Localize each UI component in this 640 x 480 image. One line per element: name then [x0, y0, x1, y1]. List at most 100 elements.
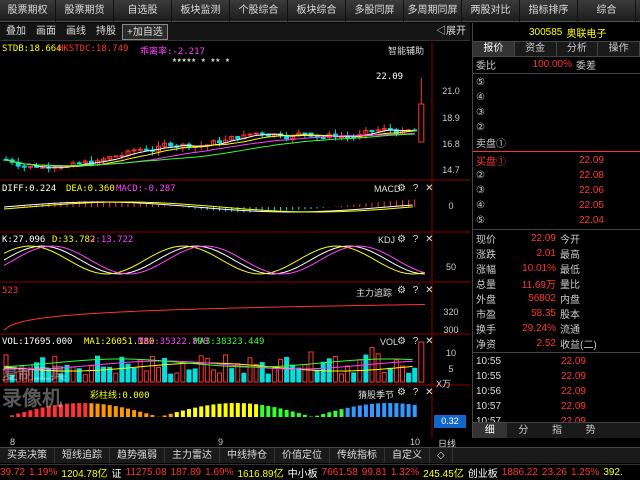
panel-footer-tab[interactable]: 分 — [507, 423, 541, 438]
stat-value: 29.24% — [522, 323, 556, 334]
top-menu-item[interactable]: 多股同屏 — [346, 0, 404, 22]
sell-level-row[interactable]: ④ — [473, 90, 640, 105]
top-menu-item[interactable]: 股票期货 — [56, 0, 114, 22]
sell-level-label: ② — [476, 122, 485, 133]
candle-body — [40, 166, 46, 169]
ticker-item: 1204.78亿 — [61, 469, 108, 480]
bottom-tab[interactable]: 买卖决策 — [0, 448, 55, 463]
vol-bar — [119, 356, 125, 383]
caizhu-bar — [162, 415, 167, 417]
vol-bar — [223, 354, 229, 383]
panel-footer-tab[interactable] — [607, 423, 640, 438]
toolbar-overlay[interactable]: 叠加 — [2, 24, 30, 40]
bottom-tab[interactable]: 自定义 — [385, 448, 430, 463]
signal-stars: ★★★★★ ★ ★★ ★ — [172, 55, 230, 64]
top-menu-item[interactable]: 板块综合 — [288, 0, 346, 22]
caizhu-bar — [107, 405, 112, 417]
caizhu-bar — [95, 403, 100, 417]
panel-footer-tab[interactable]: 指 — [540, 423, 574, 438]
bottom-tab[interactable]: 中线持仓 — [220, 448, 275, 463]
legend-hkstdc: HKSTDC:18.749 — [58, 44, 129, 54]
caizhu-bar — [235, 403, 240, 417]
vol-controls[interactable]: ⚙ ? ✕ — [397, 336, 435, 347]
candle-body — [168, 142, 174, 147]
top-menu-item[interactable]: 自选股 — [114, 0, 172, 22]
toolbar-screen[interactable]: 画面 — [32, 24, 60, 40]
sell-level-row[interactable]: 卖盘① — [473, 135, 640, 150]
sell-level-row[interactable]: ② — [473, 120, 640, 135]
add-favorite-button[interactable]: +加自选 — [122, 23, 168, 40]
stat-value: 2.01 — [536, 248, 556, 259]
candle-body — [418, 103, 425, 143]
divider — [473, 151, 640, 152]
candle-body — [76, 162, 82, 165]
caizhu-bar — [339, 409, 344, 417]
divider — [473, 229, 640, 230]
top-menu-item[interactable]: 个股综合 — [230, 0, 288, 22]
buy-level-row[interactable]: ⑤ 22.04 — [473, 213, 640, 228]
chart-area[interactable]: STDB:18.664 HKSTDC:18.749 乖离率:-2.217 智能辅… — [0, 42, 470, 438]
candle-body — [143, 148, 149, 151]
watermark-line1: 复制工具 — [2, 366, 67, 383]
buy-level-row[interactable]: ② 22.08 — [473, 168, 640, 183]
buy-level-row[interactable]: 买盘① 22.09 — [473, 153, 640, 168]
zl-left-value: 523 — [2, 286, 19, 296]
macd-dea-line — [3, 201, 413, 213]
top-menu-item[interactable]: 综合 — [578, 0, 636, 22]
stat-value: 10.01% — [522, 263, 556, 274]
sell-book: ⑤ ④ ③ ② 卖盘① — [473, 75, 640, 150]
tab-quote[interactable]: 报价 — [473, 42, 515, 56]
stat-label: 涨幅 — [476, 265, 496, 276]
trade-row: 10:55 22.09 — [473, 354, 640, 369]
trade-price: 22.09 — [560, 371, 586, 382]
panel-footer-tab[interactable]: 细 — [473, 423, 507, 438]
top-menu-item[interactable]: 指标排序 — [520, 0, 578, 22]
buy-level-row[interactable]: ④ 22.05 — [473, 198, 640, 213]
candle-body — [259, 132, 265, 135]
caizhu-bar — [187, 408, 191, 417]
y-tick: 10 — [445, 348, 456, 358]
toolbar-holdings[interactable]: 持股 — [92, 24, 120, 40]
kdj-controls[interactable]: ⚙ ? ✕ — [397, 234, 435, 245]
tab-operate[interactable]: 操作 — [598, 42, 640, 56]
sell-level-row[interactable]: ⑤ — [473, 75, 640, 90]
top-menu-item[interactable]: 多周期同屏 — [404, 0, 462, 22]
zl-controls[interactable]: ⚙ ? ✕ — [397, 285, 435, 296]
indicator-input[interactable]: 0.32 — [434, 415, 466, 428]
panel-footer-tab[interactable]: 势 — [574, 423, 608, 438]
tab-funds[interactable]: 资金 — [514, 42, 557, 56]
caizhu-bar — [333, 410, 338, 417]
ticker-item: 99.81 — [361, 467, 387, 478]
price-marker-label: 22.09 — [376, 72, 404, 82]
top-menu-item[interactable]: 股票期权 — [0, 0, 56, 22]
expand-button[interactable]: ◁展开 — [432, 24, 470, 40]
caizhu-bar — [101, 404, 106, 417]
cz-controls[interactable]: ⚙ ? ✕ — [397, 387, 435, 398]
caizhu-bar — [217, 403, 222, 417]
bottom-tab[interactable]: 趋势强弱 — [110, 448, 165, 463]
trades-list: 10:55 22.09 10:55 22.09 10:56 22.09 10:57 22.09… — [473, 354, 640, 429]
candle-body — [119, 155, 125, 158]
caizhu-bar — [351, 406, 356, 417]
sell-level-row[interactable]: ③ — [473, 105, 640, 120]
top-menu-item[interactable]: 板块监测 — [172, 0, 230, 22]
vol-bar — [229, 368, 235, 383]
caizhu-bar — [394, 403, 399, 417]
bottom-tab[interactable]: ◇ — [430, 448, 453, 463]
bottom-tab[interactable]: 短线追踪 — [55, 448, 110, 463]
caizhu-bar — [211, 404, 216, 417]
top-menu-item[interactable]: 两股对比 — [462, 0, 520, 22]
bottom-tab[interactable]: 主力雷达 — [165, 448, 220, 463]
vol-bar — [302, 364, 308, 383]
vol-bar — [113, 372, 119, 383]
caizhu-bar — [412, 404, 417, 417]
toolbar-draw[interactable]: 画线 — [62, 24, 90, 40]
vol-bar — [156, 367, 161, 383]
bottom-tab[interactable]: 价值定位 — [275, 448, 330, 463]
macd-controls[interactable]: ⚙ ? ✕ — [397, 183, 435, 194]
sell-level-label: ⑤ — [476, 77, 485, 88]
tab-analysis[interactable]: 分析 — [556, 42, 599, 56]
bottom-tab[interactable]: 传统指标 — [330, 448, 385, 463]
buy-level-row[interactable]: ③ 22.06 — [473, 183, 640, 198]
buy-level-price: 22.09 — [578, 155, 604, 166]
